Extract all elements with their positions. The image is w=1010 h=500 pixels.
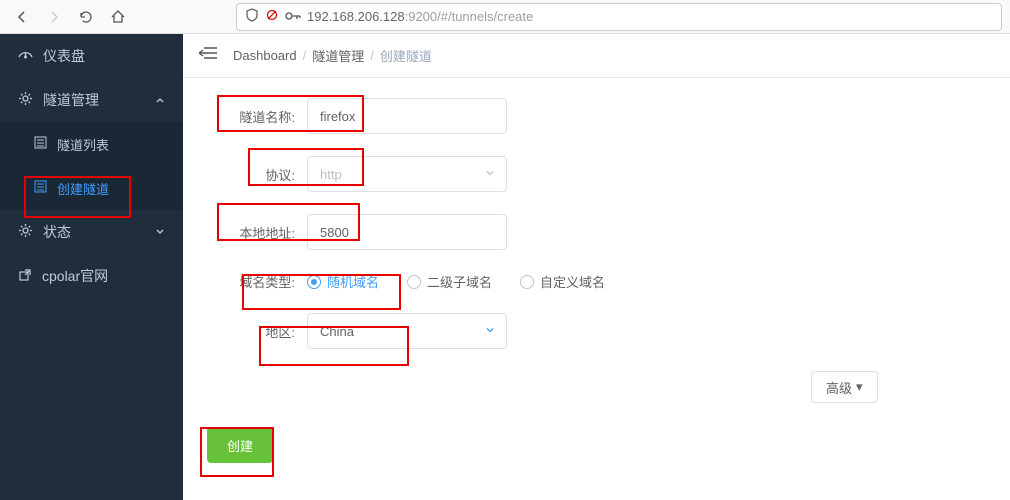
shield-icon xyxy=(245,8,259,25)
region-value: China xyxy=(320,324,354,339)
domain-type-label: 域名类型: xyxy=(207,272,307,291)
caret-down-icon: ▾ xyxy=(856,379,863,395)
sidebar-item-cpolar-site[interactable]: cpolar官网 xyxy=(0,254,183,298)
topbar: Dashboard / 隧道管理 / 创建隧道 xyxy=(183,34,1010,78)
crumb-sep: / xyxy=(303,48,307,63)
dashboard-icon xyxy=(18,47,33,65)
no-tracking-icon xyxy=(265,8,279,25)
main-content: Dashboard / 隧道管理 / 创建隧道 隧道名称: 协议: http xyxy=(183,34,1010,500)
radio-circle-icon xyxy=(407,275,421,289)
url-text: 192.168.206.128:9200/#/tunnels/create xyxy=(307,9,533,24)
sidebar-item-dashboard[interactable]: 仪表盘 xyxy=(0,34,183,78)
tunnel-name-label: 隧道名称: xyxy=(207,107,307,126)
sidebar-item-label: 仪表盘 xyxy=(43,46,85,66)
sidebar-item-label: 状态 xyxy=(43,222,71,242)
local-addr-input[interactable] xyxy=(307,214,507,250)
breadcrumb: Dashboard / 隧道管理 / 创建隧道 xyxy=(233,46,432,65)
tunnel-name-input[interactable] xyxy=(307,98,507,134)
region-label: 地区: xyxy=(207,322,307,341)
radio-circle-icon xyxy=(307,275,321,289)
hamburger-icon[interactable] xyxy=(199,46,217,65)
chevron-down-icon xyxy=(484,167,496,182)
browser-address-bar: 192.168.206.128:9200/#/tunnels/create xyxy=(0,0,1010,34)
external-link-icon xyxy=(18,268,32,285)
crumb-sep: / xyxy=(370,48,374,63)
advanced-button[interactable]: 高级▾ xyxy=(811,371,878,403)
create-tunnel-form: 隧道名称: 协议: http 本地地址: 域名类型: 随机域名 xyxy=(183,78,1010,483)
crumb-current: 创建隧道 xyxy=(380,46,432,65)
home-button[interactable] xyxy=(104,3,132,31)
back-button[interactable] xyxy=(8,3,36,31)
status-icon xyxy=(18,223,33,241)
sidebar-sub-create-tunnel[interactable]: 创建隧道 xyxy=(0,166,183,210)
sidebar-item-label: cpolar官网 xyxy=(42,266,108,286)
sidebar-sub-label: 创建隧道 xyxy=(57,179,109,198)
chevron-down-icon xyxy=(484,324,496,339)
chevron-down-icon xyxy=(155,224,165,240)
protocol-value: http xyxy=(320,167,342,182)
address-bar[interactable]: 192.168.206.128:9200/#/tunnels/create xyxy=(236,3,1002,31)
gear-icon xyxy=(18,91,33,109)
radio-custom-domain[interactable]: 自定义域名 xyxy=(520,272,605,291)
radio-subdomain[interactable]: 二级子域名 xyxy=(407,272,492,291)
create-button[interactable]: 创建 xyxy=(207,427,273,463)
reload-button[interactable] xyxy=(72,3,100,31)
sidebar-item-label: 隧道管理 xyxy=(43,90,99,110)
region-select[interactable]: China xyxy=(307,313,507,349)
sidebar-sub-tunnel-list[interactable]: 隧道列表 xyxy=(0,122,183,166)
sidebar-item-status[interactable]: 状态 xyxy=(0,210,183,254)
radio-circle-icon xyxy=(520,275,534,289)
key-icon xyxy=(285,9,301,24)
sidebar: 仪表盘 隧道管理 隧道列表 创建隧道 状态 cpolar官网 xyxy=(0,34,183,500)
chevron-up-icon xyxy=(155,92,165,108)
protocol-select[interactable]: http xyxy=(307,156,507,192)
list-icon xyxy=(34,136,47,152)
forward-button[interactable] xyxy=(40,3,68,31)
crumb-root[interactable]: Dashboard xyxy=(233,48,297,63)
protocol-label: 协议: xyxy=(207,165,307,184)
domain-type-radio-group: 随机域名 二级子域名 自定义域名 xyxy=(307,272,605,291)
local-addr-label: 本地地址: xyxy=(207,223,307,242)
crumb-l1[interactable]: 隧道管理 xyxy=(312,46,364,65)
sidebar-sub-label: 隧道列表 xyxy=(57,135,109,154)
create-icon xyxy=(34,180,47,196)
sidebar-item-tunnel-mgmt[interactable]: 隧道管理 xyxy=(0,78,183,122)
radio-random-domain[interactable]: 随机域名 xyxy=(307,272,379,291)
